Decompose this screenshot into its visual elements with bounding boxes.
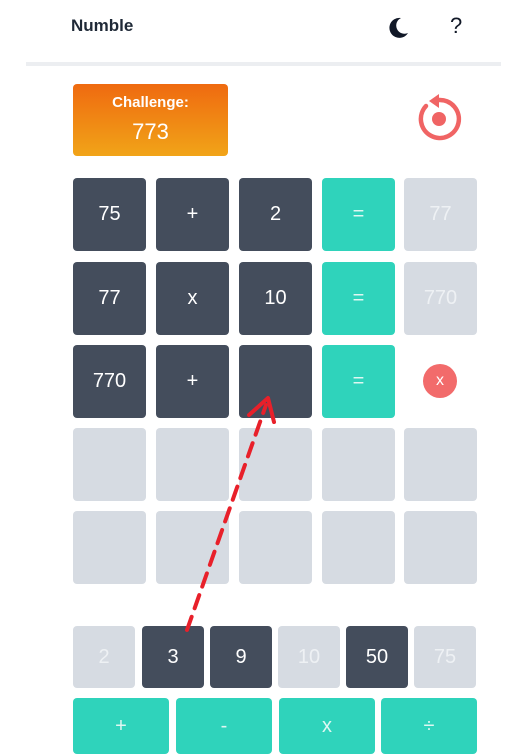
divide-button[interactable]: ÷ <box>381 698 477 754</box>
row2-result: 770 <box>404 262 477 335</box>
number-tile-50[interactable]: 50 <box>346 626 408 688</box>
number-tile-75: 75 <box>414 626 476 688</box>
header-divider <box>26 62 501 66</box>
row3-equals: = <box>322 345 395 418</box>
row2-equals: = <box>322 262 395 335</box>
app-title: Numble <box>71 16 134 35</box>
row2-operator[interactable]: x <box>156 262 229 335</box>
number-tile-10: 10 <box>278 626 340 688</box>
multiply-button[interactable]: x <box>279 698 375 754</box>
challenge-value: 773 <box>132 119 169 144</box>
row3-operand-b[interactable] <box>239 345 312 418</box>
number-tile-9[interactable]: 9 <box>210 626 272 688</box>
minus-button[interactable]: - <box>176 698 272 754</box>
empty-cell[interactable] <box>404 511 477 584</box>
row1-operand-a[interactable]: 75 <box>73 178 146 251</box>
plus-button[interactable]: + <box>73 698 169 754</box>
challenge-box: Challenge: 773 <box>73 84 228 156</box>
row1-operator[interactable]: + <box>156 178 229 251</box>
row3-operator[interactable]: + <box>156 345 229 418</box>
clear-row-button[interactable]: x <box>423 364 457 398</box>
row2-operand-b[interactable]: 10 <box>239 262 312 335</box>
row1-operand-b[interactable]: 2 <box>239 178 312 251</box>
empty-cell[interactable] <box>322 511 395 584</box>
row1-result: 77 <box>404 178 477 251</box>
app-header: Numble ? <box>0 0 528 62</box>
empty-cell[interactable] <box>156 428 229 501</box>
number-tile-3[interactable]: 3 <box>142 626 204 688</box>
empty-cell[interactable] <box>404 428 477 501</box>
row3-operand-a[interactable]: 770 <box>73 345 146 418</box>
row1-equals: = <box>322 178 395 251</box>
empty-cell[interactable] <box>239 428 312 501</box>
empty-cell[interactable] <box>239 511 312 584</box>
number-tile-2: 2 <box>73 626 135 688</box>
row2-operand-a[interactable]: 77 <box>73 262 146 335</box>
empty-cell[interactable] <box>156 511 229 584</box>
reset-icon[interactable] <box>414 94 464 144</box>
help-icon[interactable]: ? <box>450 13 462 39</box>
empty-cell[interactable] <box>73 428 146 501</box>
empty-cell[interactable] <box>73 511 146 584</box>
moon-icon[interactable] <box>386 16 410 40</box>
empty-cell[interactable] <box>322 428 395 501</box>
challenge-label: Challenge: <box>112 94 189 111</box>
